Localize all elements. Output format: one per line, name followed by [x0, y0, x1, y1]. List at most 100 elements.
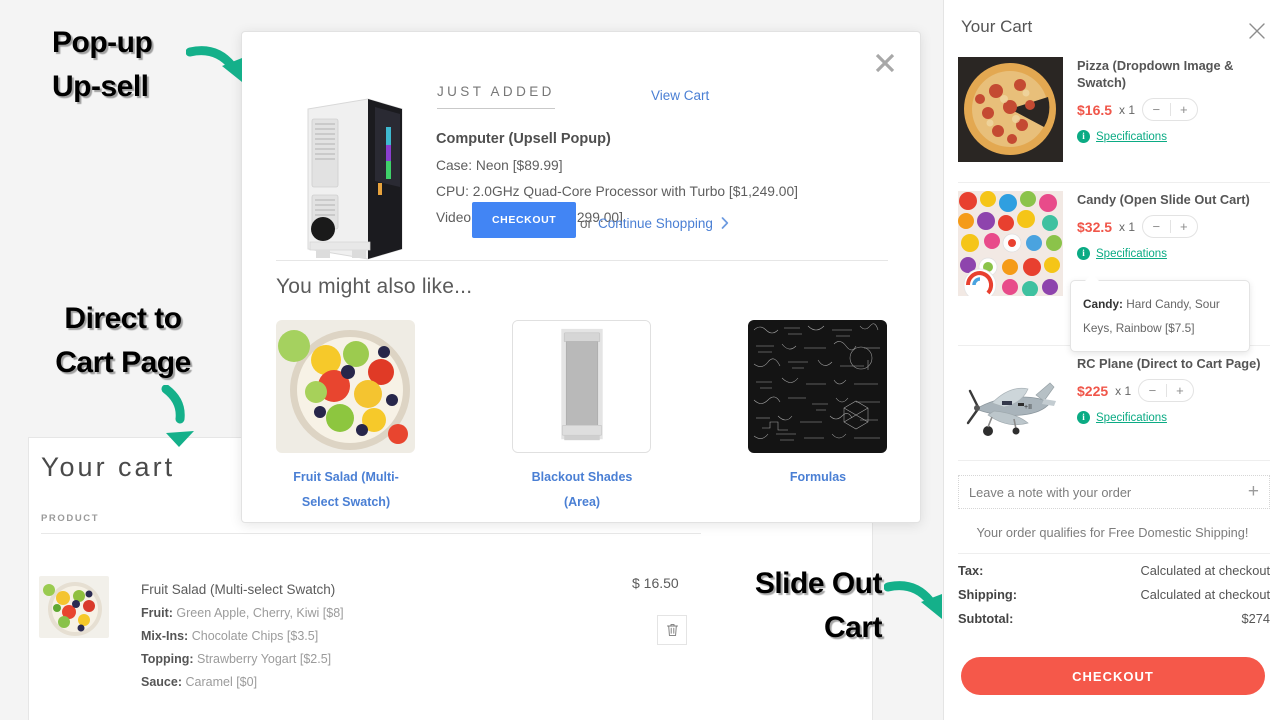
- recommendation-label[interactable]: Fruit Salad (Multi- Select Swatch): [276, 465, 416, 515]
- increase-quantity-button[interactable]: +: [1171, 216, 1198, 237]
- recommendation-label-line2: (Area): [563, 495, 601, 509]
- annotation-line1: Direct to: [64, 302, 182, 335]
- totals-value: Calculated at checkout: [1140, 563, 1270, 578]
- recommendation-label-line1: Blackout Shades: [531, 470, 633, 484]
- annotation-line1: Slide Out: [754, 567, 883, 600]
- totals-label: Tax:: [958, 563, 984, 578]
- slide-out-checkout-button[interactable]: CHECKOUT: [961, 657, 1265, 695]
- upsell-divider: [276, 260, 888, 261]
- recommendation-label[interactable]: Formulas: [748, 465, 888, 490]
- slide-out-item-quantity: x 1: [1119, 103, 1135, 117]
- totals-divider: [958, 553, 1270, 554]
- totals-label: Subtotal:: [958, 611, 1014, 626]
- decrease-quantity-button[interactable]: −: [1139, 380, 1166, 401]
- continue-shopping-link[interactable]: Continue Shopping: [598, 216, 729, 231]
- cart-item-option: Topping: Strawberry Yogart [$2.5]: [141, 652, 441, 666]
- trash-icon: [666, 624, 678, 636]
- recommendation-label-line1: Formulas: [789, 470, 847, 484]
- tooltip-label: Candy:: [1083, 297, 1123, 311]
- cart-option-label: Sauce:: [141, 675, 182, 689]
- specifications-row[interactable]: i Specifications: [1077, 411, 1275, 424]
- totals-row-subtotal: Subtotal: $274: [958, 611, 1270, 626]
- slide-out-item-name: Candy (Open Slide Out Cart): [1077, 192, 1250, 207]
- upsell-product-title: Computer (Upsell Popup): [436, 131, 611, 147]
- slide-out-item-divider: [958, 182, 1270, 183]
- slide-out-cart-panel: Your Cart Pizza (Dropdown Image & Swatch…: [943, 0, 1280, 720]
- cart-page-line-price: $ 16.50: [632, 575, 679, 591]
- slide-out-item-body: Pizza (Dropdown Image & Swatch) $16.5 x …: [1077, 57, 1275, 143]
- fruit-salad-image: [39, 576, 109, 638]
- rc-plane-image: +II: [958, 355, 1063, 460]
- upsell-popup-modal: JUST ADDED View Cart Computer (Upsell Po…: [241, 31, 921, 523]
- cart-option-value: Caramel [$0]: [185, 675, 258, 689]
- upsell-or-label: or: [580, 216, 593, 231]
- quantity-value: 1: [1128, 219, 1136, 234]
- multiply-label: x: [1119, 219, 1126, 234]
- decrease-quantity-button[interactable]: −: [1143, 216, 1170, 237]
- increase-quantity-button[interactable]: +: [1167, 380, 1194, 401]
- cart-option-value: Strawberry Yogart [$2.5]: [197, 652, 332, 666]
- info-icon: i: [1077, 411, 1090, 424]
- slide-out-item-price: $32.5: [1077, 218, 1113, 235]
- specifications-link[interactable]: Specifications: [1096, 131, 1167, 143]
- view-cart-link[interactable]: View Cart: [651, 88, 709, 103]
- fruit-salad-image[interactable]: [276, 320, 415, 453]
- annotation-line1: Pop-up: [52, 26, 153, 59]
- totals-row-shipping: Shipping: Calculated at checkout: [958, 587, 1270, 602]
- cart-option-label: Mix-Ins:: [141, 629, 189, 643]
- cart-item-thumbnail: [39, 576, 109, 638]
- increase-quantity-button[interactable]: +: [1171, 99, 1198, 120]
- specifications-link[interactable]: Specifications: [1096, 248, 1167, 260]
- recommendation-label-line1: Fruit Salad (Multi-: [293, 470, 399, 484]
- cart-item-name: Fruit Salad (Multi-select Swatch): [141, 582, 336, 597]
- multiply-label: x: [1119, 102, 1126, 117]
- info-icon: i: [1077, 130, 1090, 143]
- cart-item-option: Sauce: Caramel [$0]: [141, 675, 441, 689]
- close-icon: [875, 53, 895, 73]
- recommendation-label[interactable]: Blackout Shades (Area): [512, 465, 652, 515]
- slide-out-item-quantity: x 1: [1119, 220, 1135, 234]
- annotation-arrow-popup: [186, 46, 242, 82]
- upsell-option-case: Case: Neon [$89.99]: [436, 158, 563, 173]
- cart-page-remove-button[interactable]: [657, 615, 687, 645]
- slide-out-item-name: Pizza (Dropdown Image & Swatch): [1077, 58, 1234, 90]
- specifications-row[interactable]: i Specifications: [1077, 130, 1275, 143]
- cart-item-option: Fruit: Green Apple, Cherry, Kiwi [$8]: [141, 606, 441, 620]
- quantity-value: 1: [1128, 102, 1136, 117]
- slide-out-cart-title: Your Cart: [961, 17, 1033, 36]
- formulas-image[interactable]: [748, 320, 887, 453]
- cart-column-header-product: PRODUCT: [41, 513, 100, 524]
- totals-value: Calculated at checkout: [1140, 587, 1270, 602]
- slide-out-item-price-row: $32.5 x 1 − +: [1077, 215, 1275, 238]
- totals-value: $274: [1241, 611, 1270, 626]
- upsell-close-button[interactable]: [872, 50, 898, 76]
- quantity-stepper[interactable]: − +: [1142, 98, 1199, 121]
- decrease-quantity-button[interactable]: −: [1143, 99, 1170, 120]
- cart-option-label: Fruit:: [141, 606, 173, 620]
- upsell-checkout-button[interactable]: CHECKOUT: [472, 202, 577, 238]
- order-note-input[interactable]: Leave a note with your order +: [958, 475, 1270, 509]
- annotation-popup-upsell: Pop-up Up-sell: [52, 21, 153, 109]
- slide-out-close-button[interactable]: [1246, 20, 1268, 42]
- annotation-arrow-slide: [884, 581, 942, 619]
- pizza-image: [958, 57, 1063, 162]
- plus-icon[interactable]: +: [1248, 481, 1259, 503]
- svg-text:+II: +II: [1024, 404, 1032, 411]
- recommendation-card[interactable]: Blackout Shades (Area): [512, 320, 652, 515]
- specifications-row[interactable]: i Specifications: [1077, 247, 1275, 260]
- pc-tower-illustration: [290, 87, 420, 272]
- computer-image: [290, 87, 420, 272]
- recommendation-card[interactable]: Formulas: [748, 320, 888, 490]
- cart-option-value: Green Apple, Cherry, Kiwi [$8]: [176, 606, 344, 620]
- quantity-stepper[interactable]: − +: [1138, 379, 1195, 402]
- info-icon: i: [1077, 247, 1090, 260]
- blackout-shades-image[interactable]: [512, 320, 651, 453]
- pizza-photo: [958, 57, 1063, 162]
- recommendation-card[interactable]: Fruit Salad (Multi- Select Swatch): [276, 320, 416, 515]
- slide-out-item-quantity: x 1: [1115, 384, 1131, 398]
- specifications-link[interactable]: Specifications: [1096, 412, 1167, 424]
- totals-label: Shipping:: [958, 587, 1017, 602]
- quantity-stepper[interactable]: − +: [1142, 215, 1199, 238]
- order-note-placeholder: Leave a note with your order: [969, 484, 1132, 500]
- cart-totals: Tax: Calculated at checkout Shipping: Ca…: [958, 563, 1270, 635]
